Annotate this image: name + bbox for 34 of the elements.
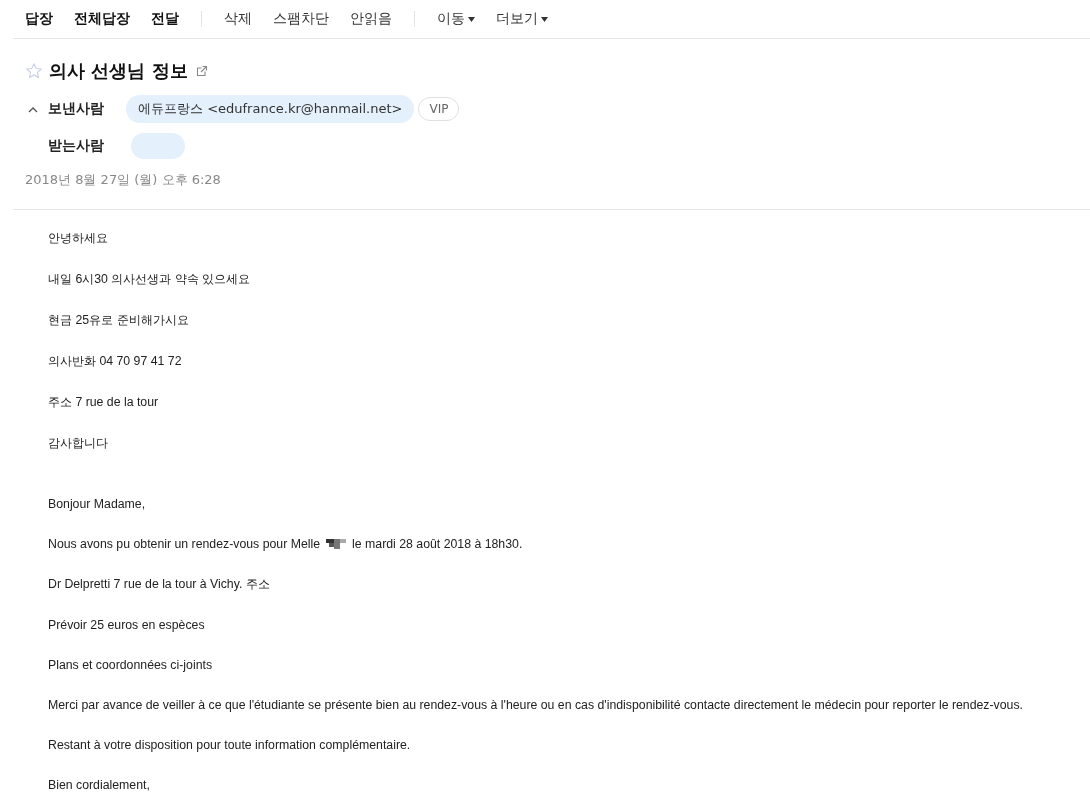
body-text: Dr Delpretti 7 rue de la tour à Vichy. 주소 [48,576,270,593]
body-text: 현금 25유로 준비해가시요 [48,312,189,329]
body-text: Restant à votre disposition pour toute information complémentaire. [48,738,411,752]
body-text: 안녕하세요 [48,230,108,247]
body-text: 주소 7 rue de la tour [48,394,159,411]
sender-label: 보낸사람 [48,100,105,118]
body-text: le mardi 28 août 2018 à 18h30. [352,537,523,551]
toolbar-button[interactable]: 안읽음 [350,10,392,28]
star-icon[interactable] [25,62,43,80]
collapse-icon[interactable] [28,105,38,113]
body-text: 의사반화 04 70 97 41 72 [48,353,182,370]
body-text: Bonjour Madame, [48,497,146,511]
body-text: Prévoir 25 euros en espèces [48,618,205,632]
vip-badge[interactable]: VIP [418,97,460,121]
body-text: Bien cordialement, [48,778,150,792]
toolbar-button[interactable]: 전달 [151,10,179,28]
body-text: Nous avons pu obtenir un rendez-vous pour Melle [48,537,321,551]
toolbar-button[interactable]: 답장 [25,10,53,28]
sender-chip[interactable]: 에듀프랑스 <edufrance.kr@hanmail.net> [126,95,415,123]
email-subject: 의사 선생님 정보 [49,59,188,83]
toolbar-button[interactable]: 이동 [437,10,475,28]
caret-icon [541,16,548,22]
recipient-label: 받는사람 [48,137,105,155]
toolbar-button[interactable]: 더보기 [496,10,548,28]
caret-icon [468,16,475,22]
toolbar-button[interactable]: 삭제 [224,10,252,28]
external-link-icon[interactable] [195,65,208,77]
toolbar-button[interactable]: 전체답장 [74,10,130,28]
body-text: 감사합니다 [48,435,108,452]
body-text: Merci par avance de veiller à ce que l'étudiante se présente bien au rendez-vous à l'heure ou en cas d'indisponibilité contacte directement le médecin pour reporter le rendez-vous. [48,698,1023,712]
toolbar-button[interactable]: 스팸차단 [273,10,329,28]
body-text: 내일 6시30 의사선생과 약속 있으세요 [48,271,251,288]
sent-date: 2018년 8월 27일 (월) 오후 6:28 [25,171,222,189]
body-text: Plans et coordonnées ci-joints [48,658,213,672]
